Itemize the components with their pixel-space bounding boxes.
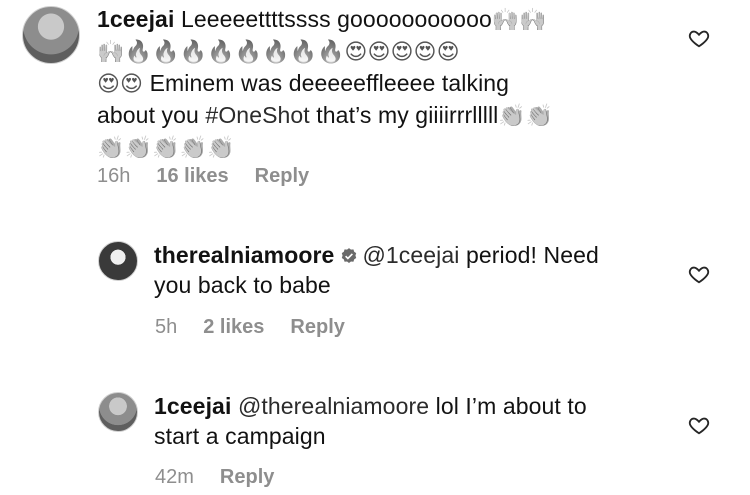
comment-text: you back to babe xyxy=(154,272,331,298)
comment-meta: 42m Reply xyxy=(155,466,300,489)
emoji-text: 👏👏 xyxy=(498,104,554,129)
emoji-text: 🙌🔥🔥🔥🔥🔥🔥🔥🔥😍😍😍😍😍 xyxy=(97,40,460,65)
comment-meta: 16h 16 likes Reply xyxy=(97,165,335,188)
comment-item: 1ceejai @therealniamoore lol I’m about t… xyxy=(0,380,750,495)
comment-time: 42m xyxy=(155,466,194,488)
comment-item: 1ceejai Leeeeettttssss gooooooooooo🙌🙌 🙌🔥… xyxy=(0,0,750,200)
emoji-text: 🙌🙌 xyxy=(491,8,547,33)
comment-text: period! Need xyxy=(459,242,599,268)
mention-link[interactable]: @1ceejai xyxy=(362,242,459,268)
heart-outline-icon[interactable] xyxy=(688,27,710,49)
comment-username[interactable]: therealniamoore xyxy=(154,242,334,268)
mention-link[interactable]: @therealniamoore xyxy=(238,393,429,419)
heart-outline-icon[interactable] xyxy=(688,414,710,436)
comment-text: lol I’m about to xyxy=(429,393,587,419)
comment-time: 16h xyxy=(97,165,131,187)
hashtag-link[interactable]: #OneShot xyxy=(205,102,309,128)
avatar[interactable] xyxy=(22,6,80,64)
comment-likes[interactable]: 16 likes xyxy=(156,165,228,187)
comment-body: therealniamoore @1ceejai period! Need you… xyxy=(154,240,664,300)
comment-username[interactable]: 1ceejai xyxy=(154,393,231,419)
avatar[interactable] xyxy=(98,241,138,281)
reply-button[interactable]: Reply xyxy=(290,316,344,338)
comment-text: about you xyxy=(97,102,206,128)
comment-username[interactable]: 1ceejai xyxy=(97,6,174,32)
avatar[interactable] xyxy=(98,392,138,432)
comment-body: 1ceejai Leeeeettttssss gooooooooooo🙌🙌 🙌🔥… xyxy=(97,4,657,164)
comment-text: that’s my giiiirrrlllll xyxy=(309,102,499,128)
comment-meta: 5h 2 likes Reply xyxy=(155,316,371,339)
comment-body: 1ceejai @therealniamoore lol I’m about t… xyxy=(154,391,664,451)
comment-item: therealniamoore @1ceejai period! Need you… xyxy=(0,230,750,350)
comment-text: Leeeeettttssss gooooooooooo xyxy=(180,6,492,32)
verified-badge-icon xyxy=(342,248,357,263)
comment-time: 5h xyxy=(155,316,178,338)
comment-text: Eminem was deeeeeffleeee talking xyxy=(143,70,510,96)
comment-likes[interactable]: 2 likes xyxy=(203,316,264,338)
heart-outline-icon[interactable] xyxy=(688,263,710,285)
comment-text: start a campaign xyxy=(154,423,326,449)
reply-button[interactable]: Reply xyxy=(255,165,309,187)
emoji-text: 😍😍 xyxy=(97,72,144,97)
reply-button[interactable]: Reply xyxy=(220,466,274,488)
emoji-text: 👏👏👏👏👏 xyxy=(97,136,235,161)
